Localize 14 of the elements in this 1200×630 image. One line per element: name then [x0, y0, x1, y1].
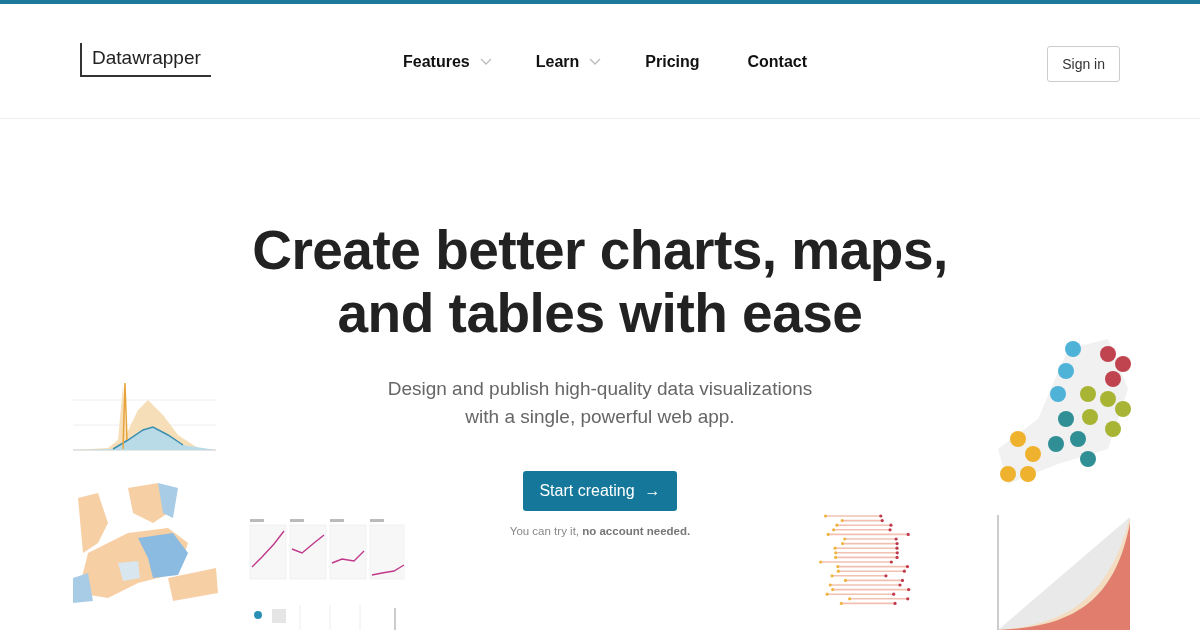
headline: Create better charts, maps, — [252, 219, 948, 282]
chevron-down-icon — [479, 57, 492, 66]
nav-link[interactable]: Features — [403, 52, 492, 71]
sign-in-button[interactable]: Sign in — [1047, 46, 1120, 82]
nav-link[interactable]: Contact — [747, 52, 808, 71]
logo[interactable]: Datawrapper — [80, 43, 211, 77]
chevron-down-icon — [589, 57, 602, 66]
nav-link[interactable]: Pricing — [645, 52, 700, 71]
start-creating-button[interactable]: Start creating → — [523, 471, 677, 511]
headline: and tables with ease — [336, 282, 864, 345]
no-account-note: You can try it, no account needed. — [509, 525, 691, 537]
subheadline: Design and publish high-quality data visualizations — [387, 377, 813, 401]
nav-link[interactable]: Learn — [535, 52, 602, 71]
subheadline: with a single, powerful web app. — [464, 405, 736, 429]
